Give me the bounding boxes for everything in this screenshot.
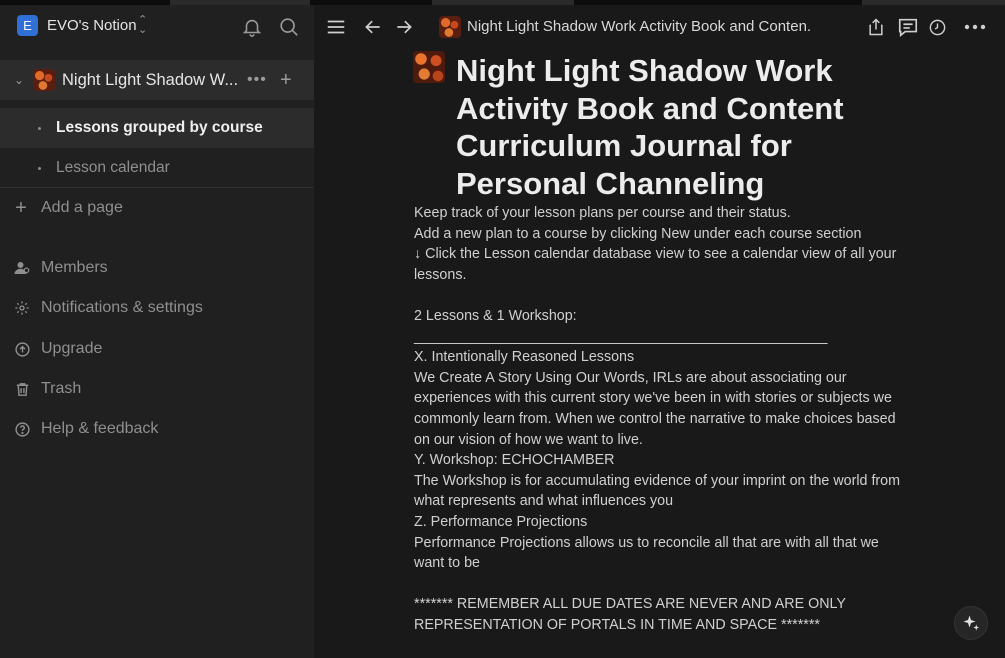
text-line: Performance Projections allows us to rec… bbox=[414, 534, 879, 551]
upgrade-icon bbox=[12, 339, 32, 359]
add-page-label: Add a page bbox=[41, 199, 123, 216]
plus-icon[interactable]: + bbox=[280, 69, 292, 92]
page-icon bbox=[33, 69, 55, 91]
comments-icon[interactable] bbox=[895, 14, 921, 40]
workspace-badge: E bbox=[17, 15, 38, 36]
workspace-switcher[interactable]: E EVO's Notion ⌃ ⌄ bbox=[0, 5, 314, 49]
sidebar-page-title: Night Light Shadow W... bbox=[62, 70, 239, 89]
members-icon bbox=[12, 258, 32, 278]
bullet-icon bbox=[38, 166, 41, 170]
text-line bbox=[414, 285, 914, 306]
sidebar-page-item[interactable]: ⌄ Night Light Shadow W... ••• + bbox=[0, 60, 314, 100]
workspace-name: EVO's Notion bbox=[47, 17, 137, 34]
sidebar: E EVO's Notion ⌃ ⌄ ⌄ Night Light Shadow W… bbox=[0, 5, 314, 658]
text-line bbox=[414, 574, 914, 595]
plus-icon: + bbox=[15, 196, 27, 219]
sidebar-item-label: Help & feedback bbox=[41, 420, 159, 437]
sidebar-item-label: Upgrade bbox=[41, 340, 103, 357]
sidebar-item-upgrade[interactable]: Upgrade bbox=[0, 331, 314, 367]
back-arrow-icon[interactable] bbox=[360, 14, 386, 40]
text-line: experiences with this current story we'v… bbox=[414, 390, 892, 407]
share-icon[interactable] bbox=[863, 14, 889, 40]
sidebar-item-notifications-settings[interactable]: Notifications & settings bbox=[0, 290, 314, 326]
settings-icon bbox=[12, 298, 32, 318]
menu-icon[interactable] bbox=[323, 14, 349, 40]
text-line: Y. Workshop: ECHOCHAMBER bbox=[414, 452, 615, 469]
sidebar-view-lesson-calendar[interactable]: Lesson calendar bbox=[0, 148, 314, 188]
trash-icon bbox=[12, 379, 32, 399]
breadcrumb[interactable]: Night Light Shadow Work Activity Book an… bbox=[467, 18, 812, 35]
text-line: REPRESENTATION OF PORTALS IN TIME AND SP… bbox=[414, 616, 820, 633]
text-line: ________________________________________… bbox=[414, 328, 828, 345]
ai-sparkle-button[interactable] bbox=[954, 606, 988, 640]
text-line: on our vision of how we want to live. bbox=[414, 431, 643, 448]
sidebar-item-label: Trash bbox=[41, 380, 82, 397]
sidebar-view-label: Lesson calendar bbox=[56, 159, 170, 176]
page-body[interactable]: Keep track of your lesson plans per cour… bbox=[414, 203, 914, 635]
text-line: Add a new plan to a course by clicking N… bbox=[414, 225, 862, 242]
sidebar-item-label: Notifications & settings bbox=[41, 299, 203, 316]
sidebar-item-label: Members bbox=[41, 259, 108, 276]
chevron-updown-icon: ⌃ ⌄ bbox=[138, 14, 148, 36]
forward-arrow-icon[interactable] bbox=[391, 14, 417, 40]
text-line: 2 Lessons & 1 Workshop: bbox=[414, 307, 577, 324]
sidebar-item-members[interactable]: Members bbox=[0, 250, 314, 286]
bullet-icon bbox=[38, 126, 41, 130]
help-icon bbox=[12, 419, 32, 439]
page-title[interactable]: Night Light Shadow Work Activity Book an… bbox=[456, 52, 896, 202]
page-icon bbox=[439, 16, 461, 38]
text-line: commonly learn from. When we control the… bbox=[414, 410, 896, 427]
text-line: We Create A Story Using Our Words, IRLs … bbox=[414, 369, 847, 386]
add-page-button[interactable]: + Add a page bbox=[0, 190, 314, 226]
text-line: ↓ Click the Lesson calendar database vie… bbox=[414, 246, 897, 263]
sidebar-item-trash[interactable]: Trash bbox=[0, 371, 314, 407]
sidebar-view-lessons-grouped[interactable]: Lessons grouped by course bbox=[0, 108, 314, 148]
text-line: want to be bbox=[414, 555, 480, 572]
main-content: Night Light Shadow Work Activity Book an… bbox=[314, 5, 1005, 658]
more-icon[interactable] bbox=[962, 14, 988, 40]
text-line: Z. Performance Projections bbox=[414, 513, 588, 530]
text-line: what represents and what influences you bbox=[414, 493, 674, 510]
sidebar-view-label: Lessons grouped by course bbox=[56, 119, 263, 136]
search-icon[interactable] bbox=[276, 14, 302, 40]
text-line: X. Intentionally Reasoned Lessons bbox=[414, 349, 635, 366]
clock-icon[interactable] bbox=[924, 14, 950, 40]
sparkle-icon bbox=[963, 615, 980, 631]
bell-icon[interactable] bbox=[239, 14, 265, 40]
page-icon[interactable] bbox=[413, 51, 445, 83]
more-icon[interactable]: ••• bbox=[247, 71, 267, 89]
text-line: lessons. bbox=[414, 266, 467, 283]
text-line: ******* REMEMBER ALL DUE DATES ARE NEVER… bbox=[414, 596, 846, 613]
top-bar: Night Light Shadow Work Activity Book an… bbox=[314, 5, 1005, 49]
chevron-down-icon[interactable]: ⌄ bbox=[14, 73, 24, 87]
divider bbox=[0, 187, 314, 188]
sidebar-item-help-feedback[interactable]: Help & feedback bbox=[0, 411, 314, 447]
text-line: Keep track of your lesson plans per cour… bbox=[414, 205, 791, 221]
text-line: The Workshop is for accumulating evidenc… bbox=[414, 472, 901, 489]
